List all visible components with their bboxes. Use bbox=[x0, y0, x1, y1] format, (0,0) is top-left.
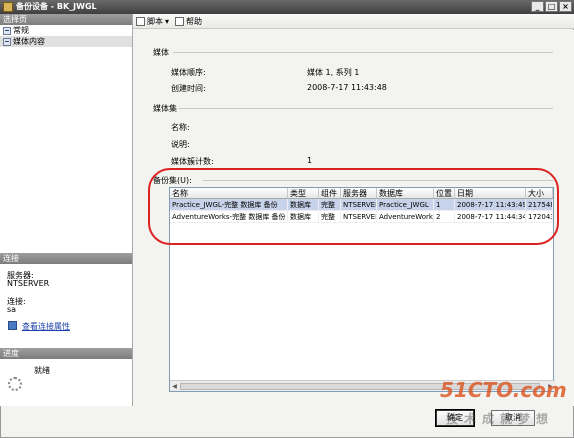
watermark-brand: 51CTO.com bbox=[440, 378, 567, 402]
select-page-header: 选择页 bbox=[0, 14, 132, 25]
media-family-count-value: 1 bbox=[307, 156, 313, 165]
help-label: 帮助 bbox=[186, 16, 203, 26]
backup-device-icon bbox=[3, 2, 13, 12]
title-bar: 备份设备 - BK_JWGL _ □ × bbox=[0, 0, 574, 14]
chevron-down-icon: ▾ bbox=[165, 16, 170, 26]
maximize-button[interactable]: □ bbox=[545, 1, 558, 12]
progress-status: 就绪 bbox=[34, 366, 50, 375]
created-value: 2008-7-17 11:43:48 bbox=[307, 83, 387, 92]
nav-item-label: 常规 bbox=[13, 26, 29, 35]
minimize-button[interactable]: _ bbox=[531, 1, 544, 12]
progress-spinner-icon bbox=[8, 377, 22, 391]
media-set-name-label: 名称: bbox=[171, 123, 190, 132]
view-connection-properties-link[interactable]: 查看连接属性 bbox=[22, 321, 70, 332]
server-value: NTSERVER bbox=[7, 279, 50, 288]
connection-properties-icon bbox=[8, 321, 17, 330]
page-icon bbox=[3, 37, 11, 46]
window-title: 备份设备 - BK_JWGL bbox=[16, 2, 97, 11]
media-set-group: 媒体集 bbox=[153, 103, 553, 114]
script-icon bbox=[136, 16, 145, 26]
nav-item-media-contents[interactable]: 媒体内容 bbox=[0, 36, 132, 47]
created-label: 创建时间: bbox=[171, 84, 206, 93]
connection-value: sa bbox=[7, 305, 17, 314]
progress-header: 进度 bbox=[0, 348, 132, 359]
media-sequence-label: 媒体顺序: bbox=[171, 68, 206, 77]
media-family-count-label: 媒体簇计数: bbox=[171, 157, 214, 166]
help-button[interactable]: 帮助 bbox=[175, 16, 202, 27]
media-sequence-value: 媒体 1, 系列 1 bbox=[307, 68, 360, 77]
media-set-description-label: 说明: bbox=[171, 140, 190, 149]
watermark-slogan: 技术成就梦想 bbox=[446, 412, 555, 426]
scroll-left-icon[interactable]: ◀ bbox=[170, 382, 179, 391]
connection-header: 连接 bbox=[0, 253, 132, 264]
media-set-header: 媒体集 bbox=[153, 104, 177, 113]
media-header: 媒体 bbox=[153, 48, 169, 57]
divider bbox=[173, 52, 553, 53]
script-label: 脚本 bbox=[147, 16, 163, 26]
left-pane: 选择页 常规 媒体内容 连接 服务器: NTSERVER 连接: sa 查看连接… bbox=[0, 14, 133, 406]
nav-item-label: 媒体内容 bbox=[13, 37, 45, 46]
highlight-annotation bbox=[148, 168, 559, 245]
page-icon bbox=[3, 26, 11, 35]
toolbar: 脚本 ▾ 帮助 bbox=[133, 14, 574, 29]
help-icon bbox=[175, 16, 185, 26]
close-button[interactable]: × bbox=[559, 1, 572, 12]
media-group: 媒体 bbox=[153, 47, 553, 58]
script-button[interactable]: 脚本 ▾ bbox=[136, 16, 169, 27]
divider bbox=[179, 108, 553, 109]
nav-item-general[interactable]: 常规 bbox=[0, 25, 132, 36]
